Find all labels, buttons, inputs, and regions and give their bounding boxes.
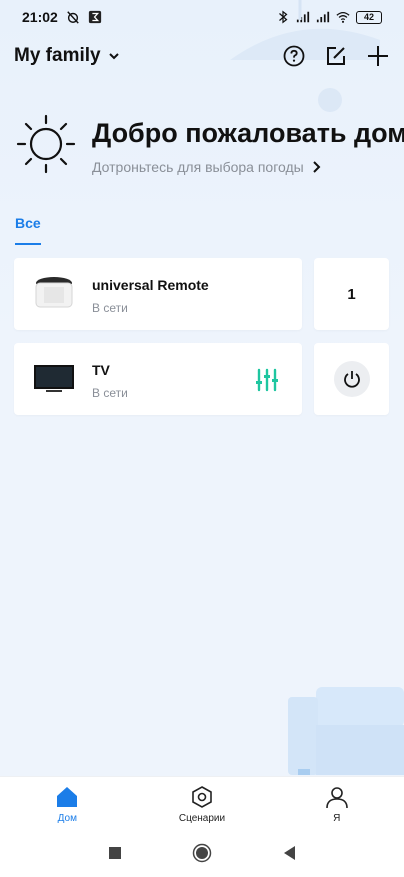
chevron-down-icon	[108, 53, 119, 60]
nav-home[interactable]: Дом	[0, 777, 135, 828]
app-notification-icon	[88, 10, 101, 24]
signal-2-icon	[316, 11, 330, 23]
tv-power-button[interactable]	[333, 361, 370, 397]
nav-scenes-label: Сценарии	[178, 813, 226, 824]
device-name: TV	[92, 362, 110, 378]
help-icon	[283, 45, 305, 67]
nav-profile-label: Я	[333, 813, 341, 824]
signal-1-icon	[296, 11, 310, 23]
recents-icon[interactable]	[108, 846, 122, 860]
battery-indicator: 42	[356, 10, 382, 24]
bottom-nav: Дом Сценарии Я	[0, 776, 404, 828]
chevron-right-icon	[313, 161, 321, 173]
tv-device-icon	[34, 365, 74, 392]
device-card-universal-remote[interactable]: universal Remote В сети	[14, 258, 302, 330]
home-icon	[57, 787, 78, 807]
help-button[interactable]	[282, 44, 306, 68]
device-name: universal Remote	[92, 277, 209, 293]
nav-profile[interactable]: Я	[269, 777, 404, 828]
device-status: В сети	[92, 301, 128, 315]
remote-device-icon	[35, 277, 73, 308]
sun-icon	[16, 114, 76, 174]
bluetooth-icon	[279, 10, 288, 24]
back-icon[interactable]	[282, 845, 296, 861]
device-side-card-remote[interactable]: 1	[314, 258, 389, 330]
power-icon	[343, 371, 360, 388]
device-count: 1	[347, 285, 356, 303]
edit-icon	[327, 47, 345, 65]
weather-hint[interactable]: Дотроньтесь для выбора погоды	[92, 159, 404, 175]
scenes-icon	[192, 786, 212, 808]
room-tabs: Все	[15, 215, 41, 245]
device-card-tv[interactable]: TV В сети	[14, 343, 302, 415]
alarm-off-icon	[67, 11, 79, 24]
sofa-illustration	[288, 687, 404, 775]
wifi-icon	[336, 11, 350, 23]
weather-hint-text: Дотроньтесь для выбора погоды	[92, 159, 304, 175]
edit-button[interactable]	[324, 44, 348, 68]
tab-all[interactable]: Все	[15, 215, 41, 245]
nav-scenes[interactable]: Сценарии	[135, 777, 270, 828]
status-bar: 21:02 42	[0, 0, 404, 34]
family-selector[interactable]: My family	[14, 45, 121, 67]
home-system-icon[interactable]	[192, 843, 212, 863]
device-status: В сети	[92, 386, 128, 400]
sliders-icon[interactable]	[256, 368, 278, 392]
system-nav-bar	[0, 828, 404, 877]
device-side-card-tv	[314, 343, 389, 415]
family-name: My family	[14, 45, 101, 66]
weather-widget[interactable]: Добро пожаловать дом Дотроньтесь для выб…	[14, 110, 404, 180]
welcome-title: Добро пожаловать дом	[92, 118, 404, 148]
clock: 21:02	[22, 9, 58, 25]
add-button[interactable]	[366, 44, 390, 68]
nav-home-label: Дом	[57, 813, 77, 824]
plus-icon	[368, 46, 388, 66]
profile-icon	[325, 787, 348, 809]
header: My family	[0, 36, 404, 76]
